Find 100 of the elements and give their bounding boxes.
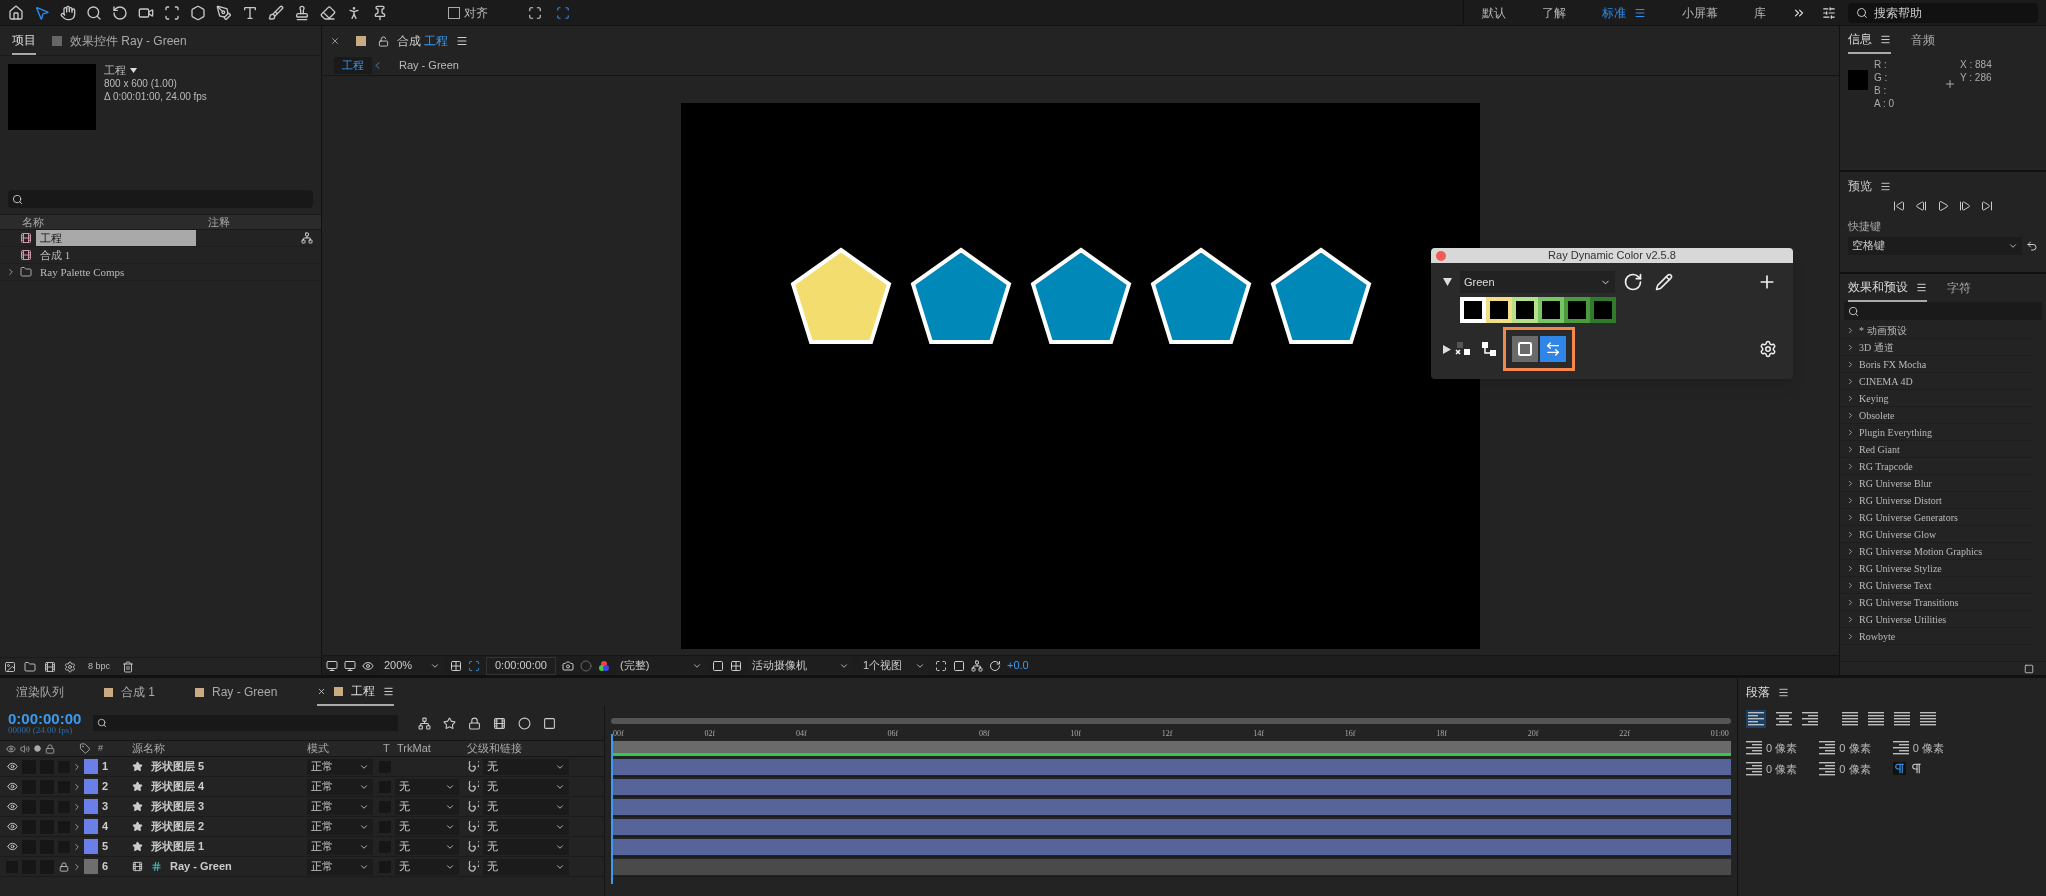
effect-category[interactable]: RG Universe Stylize bbox=[1840, 560, 2034, 577]
mode-dropdown[interactable]: 正常 bbox=[307, 858, 373, 875]
bit-depth-button[interactable]: 8 bpc bbox=[84, 659, 115, 674]
effect-category[interactable]: RG Universe Distort bbox=[1840, 492, 2034, 509]
align-icon[interactable] bbox=[1802, 712, 1818, 726]
align-icon[interactable] bbox=[1746, 741, 1762, 756]
expand-icon[interactable] bbox=[72, 801, 82, 812]
layer-name[interactable]: 形状图层 1 bbox=[151, 838, 205, 855]
menu-icon[interactable] bbox=[1880, 33, 1891, 45]
hand-icon[interactable] bbox=[60, 4, 76, 21]
hexagon-icon[interactable] bbox=[190, 4, 206, 21]
pick-whip-icon[interactable] bbox=[467, 780, 479, 793]
parent-dropdown[interactable]: 无 bbox=[483, 818, 569, 835]
mode-dropdown[interactable]: 正常 bbox=[307, 838, 373, 855]
panel-tab[interactable]: 信息 bbox=[1848, 26, 1891, 54]
layer-name[interactable]: Ray - Green bbox=[170, 858, 232, 875]
workspace-tab[interactable]: 标准 bbox=[1584, 3, 1664, 22]
search-field[interactable] bbox=[93, 715, 399, 731]
parent-dropdown[interactable]: 无 bbox=[483, 838, 569, 855]
toggle-button[interactable] bbox=[1512, 336, 1538, 362]
layer-bar[interactable] bbox=[611, 798, 1731, 815]
toggle-button[interactable] bbox=[1540, 336, 1566, 362]
menu-icon[interactable] bbox=[1880, 180, 1891, 192]
track-matte-dropdown[interactable]: 无 bbox=[395, 818, 459, 835]
flowchart-icon[interactable] bbox=[301, 232, 313, 244]
layer-bar[interactable] bbox=[611, 758, 1731, 775]
spacing-value[interactable]: 0 像素 bbox=[1766, 740, 1798, 757]
mode-dropdown[interactable]: 正常 bbox=[307, 758, 373, 775]
align-icon[interactable] bbox=[1894, 712, 1910, 726]
effect-category[interactable]: RG Universe Motion Graphics bbox=[1840, 543, 2034, 560]
pick-whip-icon[interactable] bbox=[467, 760, 479, 773]
pen-icon[interactable] bbox=[216, 4, 232, 21]
text-tool-icon[interactable] bbox=[242, 4, 258, 21]
align-icon[interactable] bbox=[1819, 741, 1836, 756]
breadcrumb[interactable]: Ray - Green bbox=[391, 57, 467, 74]
expand-icon[interactable] bbox=[72, 761, 82, 772]
exposure-value[interactable]: +0.0 bbox=[1007, 657, 1029, 674]
project-item[interactable]: 合成 1 bbox=[0, 247, 321, 264]
effect-category[interactable]: CINEMA 4D bbox=[1840, 373, 2034, 390]
previous-frame-icon[interactable] bbox=[1915, 200, 1927, 212]
parent-dropdown[interactable]: 无 bbox=[483, 798, 569, 815]
palette-dropdown[interactable]: Green bbox=[1460, 271, 1615, 293]
effect-category[interactable]: Boris FX Mocha bbox=[1840, 356, 2034, 373]
lock-icon[interactable] bbox=[378, 35, 389, 47]
expand-icon[interactable] bbox=[72, 861, 82, 872]
timeline-tab[interactable]: 合成 1 bbox=[104, 678, 155, 706]
align-icon[interactable] bbox=[1842, 712, 1858, 726]
align-icon[interactable] bbox=[1776, 712, 1792, 726]
align-icon[interactable] bbox=[1920, 712, 1936, 726]
eraser-icon[interactable] bbox=[320, 4, 336, 21]
close-icon[interactable] bbox=[317, 686, 327, 696]
workspace-tab[interactable]: 默认 bbox=[1464, 3, 1524, 22]
effect-category[interactable]: RG Trapcode bbox=[1840, 458, 2034, 475]
align-icon[interactable] bbox=[1746, 761, 1762, 776]
pick-whip-icon[interactable] bbox=[467, 840, 479, 853]
spacing-value[interactable]: 0 像素 bbox=[1839, 740, 1871, 757]
workspace-tab[interactable]: 小屏幕 bbox=[1664, 3, 1736, 22]
track-matte-dropdown[interactable]: 无 bbox=[395, 838, 459, 855]
panel-tab[interactable]: 字符 bbox=[1947, 274, 1971, 302]
effect-category[interactable]: * 动画预设 bbox=[1840, 322, 2034, 339]
lock-toggle[interactable] bbox=[58, 860, 70, 873]
column-header[interactable]: 父级和链接 bbox=[467, 740, 567, 757]
parent-dropdown[interactable]: 无 bbox=[483, 758, 569, 775]
first-frame-icon[interactable] bbox=[1893, 200, 1905, 212]
reset-icon[interactable] bbox=[2026, 239, 2038, 252]
visibility-toggle[interactable] bbox=[6, 820, 18, 833]
rotate-icon[interactable] bbox=[112, 4, 128, 21]
label-color[interactable] bbox=[84, 779, 98, 794]
color-swatch[interactable] bbox=[1590, 297, 1616, 323]
expand-triangle-icon[interactable] bbox=[1443, 344, 1451, 354]
visibility-toggle[interactable] bbox=[6, 800, 18, 813]
expand-icon[interactable] bbox=[72, 821, 82, 832]
settings-icon[interactable] bbox=[64, 660, 76, 673]
align-icon[interactable] bbox=[1868, 712, 1884, 726]
visibility-toggle[interactable] bbox=[6, 840, 18, 853]
home-icon[interactable] bbox=[8, 4, 24, 21]
parent-dropdown[interactable]: 无 bbox=[483, 858, 569, 875]
track-matte-dropdown[interactable]: 无 bbox=[395, 858, 459, 875]
timeline-tab[interactable]: 工程 bbox=[317, 678, 395, 706]
search-field[interactable] bbox=[8, 190, 313, 208]
project-item[interactable]: Ray Palette Comps bbox=[0, 264, 321, 281]
current-time[interactable]: 0:00:00:00 bbox=[8, 711, 82, 726]
comp-name[interactable]: 工程 bbox=[104, 64, 126, 77]
panel-tab[interactable]: 音频 bbox=[1911, 26, 1935, 54]
align-icon[interactable] bbox=[1819, 761, 1836, 776]
layer-name[interactable]: 形状图层 2 bbox=[151, 818, 205, 835]
grid-icon[interactable] bbox=[450, 659, 462, 672]
breadcrumb[interactable]: 工程 bbox=[334, 57, 372, 74]
layer-bar[interactable] bbox=[611, 818, 1731, 835]
search-field[interactable]: 搜索帮助 bbox=[1848, 2, 2038, 23]
effect-category[interactable]: RG Universe Blur bbox=[1840, 475, 2034, 492]
pin-icon[interactable] bbox=[372, 4, 388, 21]
display-icon[interactable] bbox=[326, 659, 338, 672]
layer-name[interactable]: 形状图层 4 bbox=[151, 778, 205, 795]
next-frame-icon[interactable] bbox=[1959, 200, 1971, 212]
workspace-tab[interactable]: 库 bbox=[1736, 3, 1784, 22]
track-matte-dropdown[interactable]: 无 bbox=[395, 778, 459, 795]
effect-category[interactable]: Keying bbox=[1840, 390, 2034, 407]
effect-category[interactable]: 3D 通道 bbox=[1840, 339, 2034, 356]
menu-icon[interactable] bbox=[1778, 686, 1789, 698]
